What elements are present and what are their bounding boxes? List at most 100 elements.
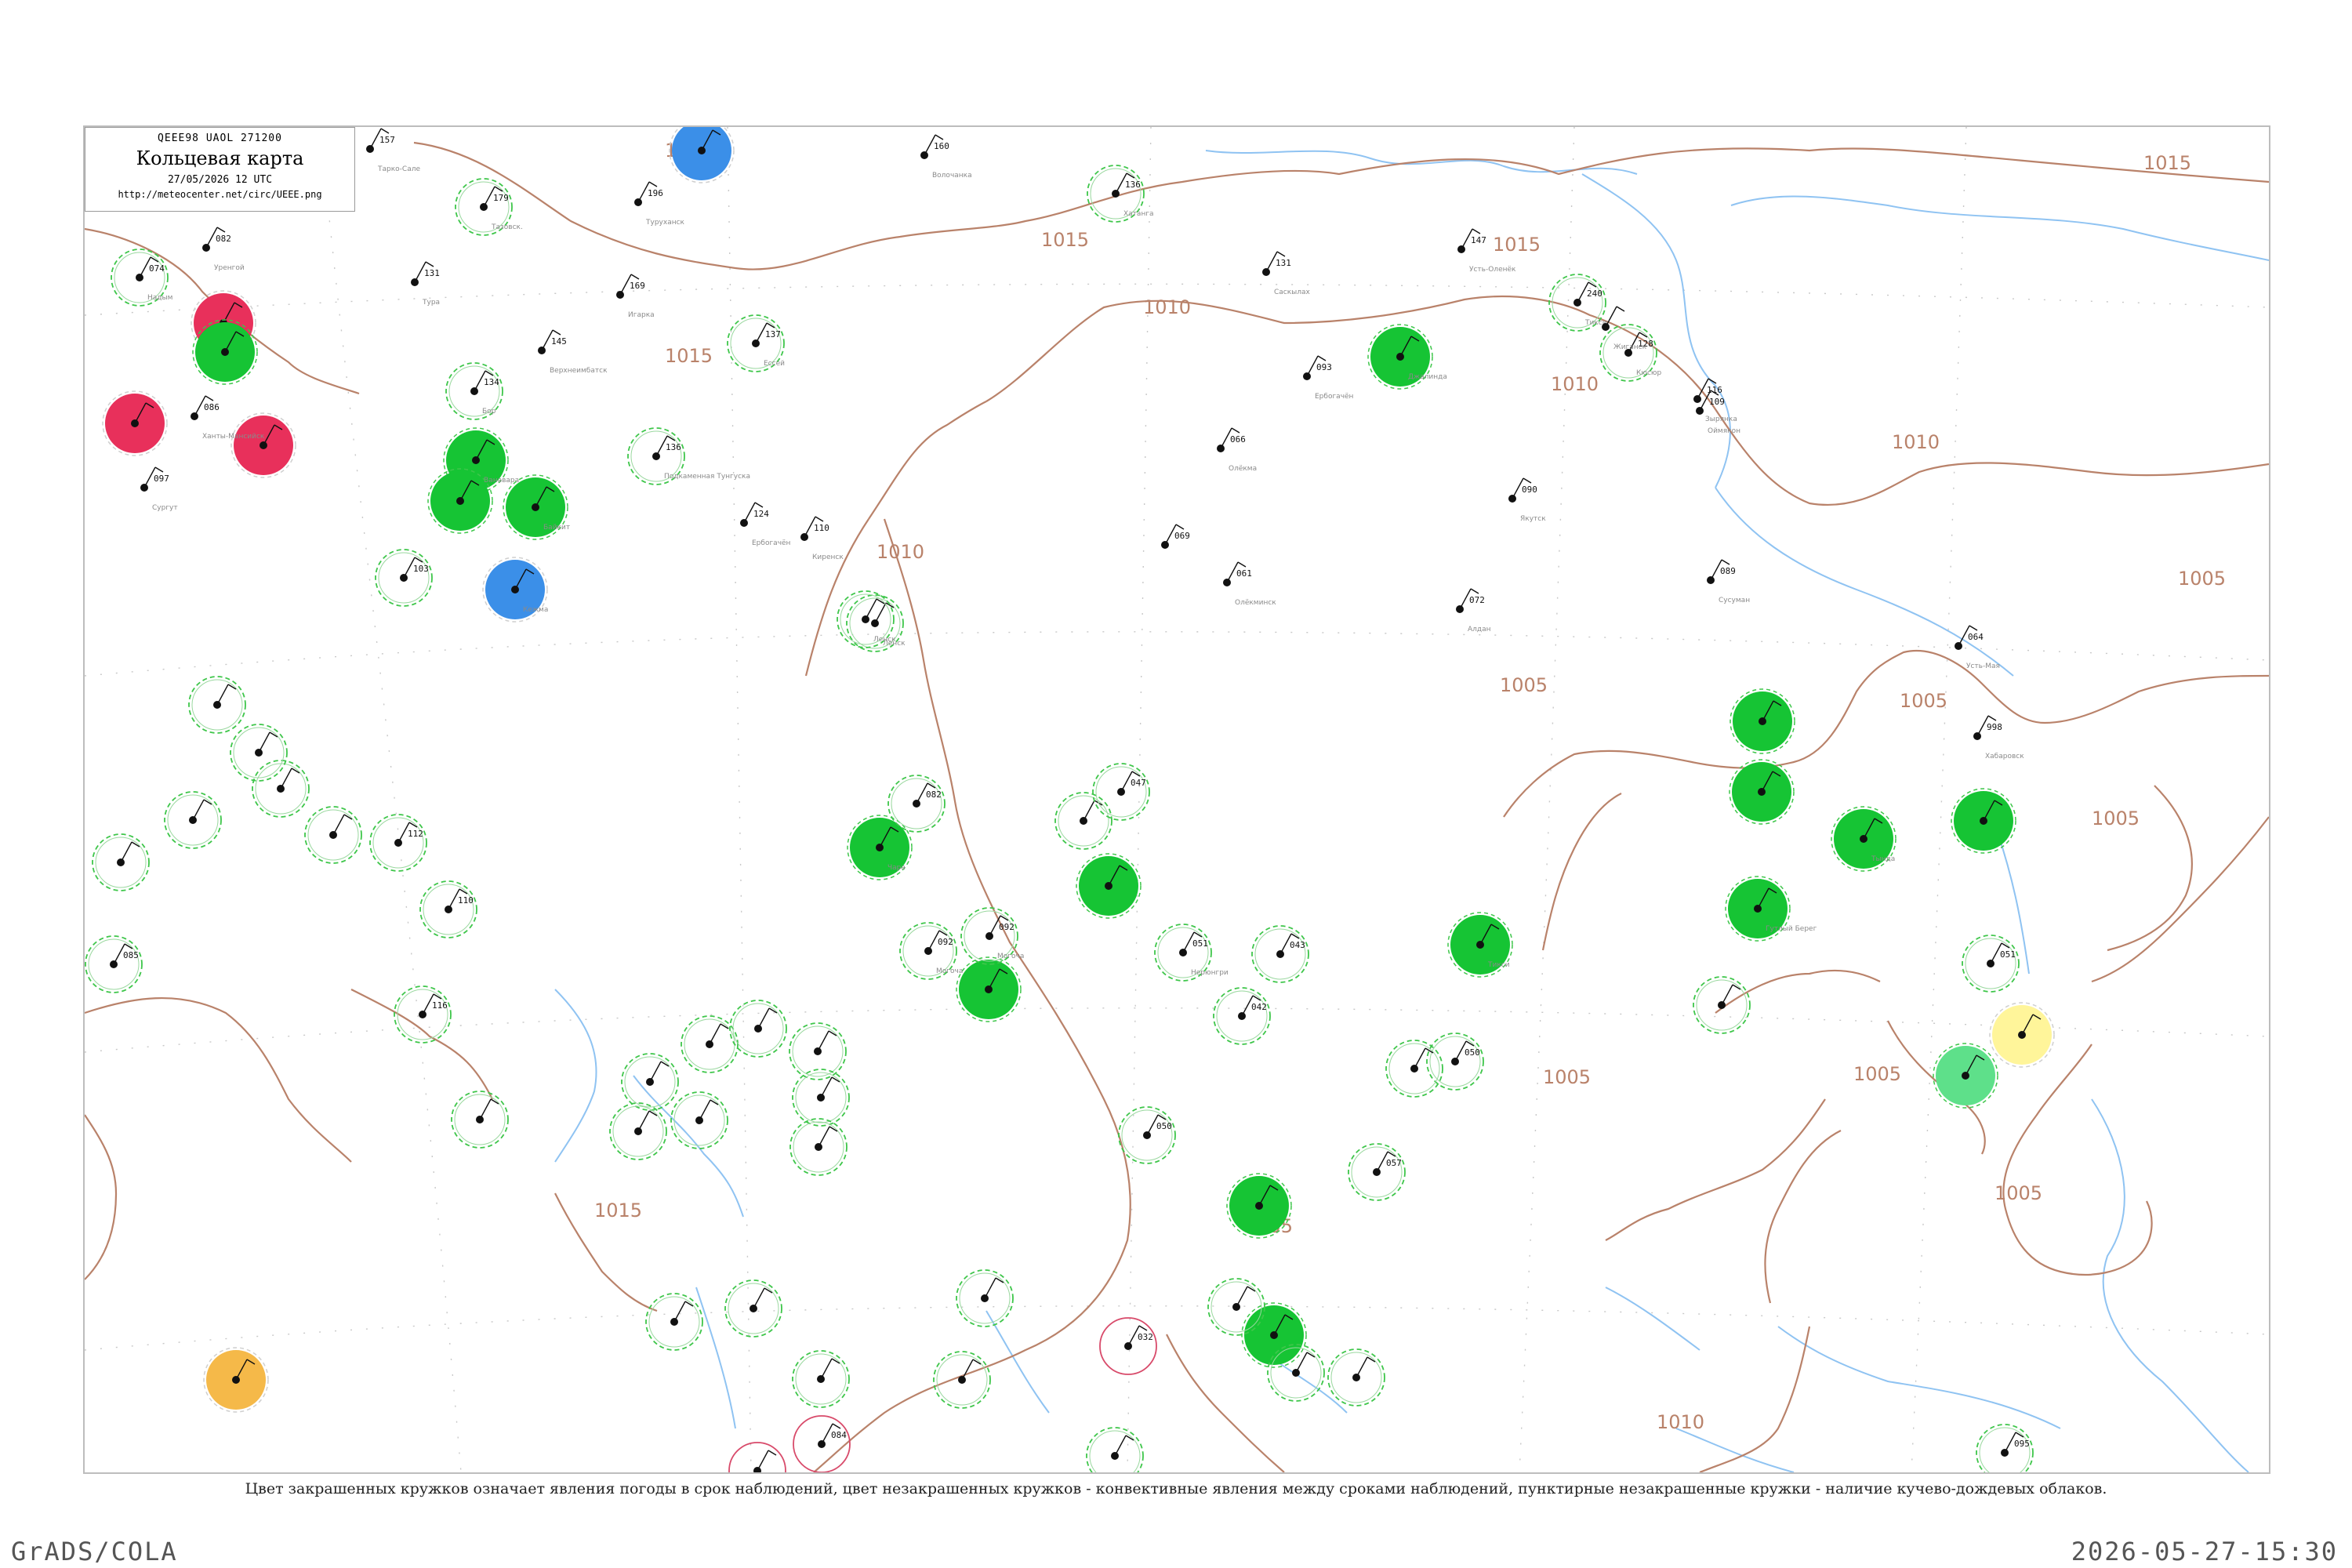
station-name: Бор xyxy=(482,408,496,416)
wind-barb xyxy=(120,841,132,863)
graticule xyxy=(85,127,2269,1472)
station-marker: 082 xyxy=(887,775,946,833)
station-name: Хабаровск xyxy=(1985,753,2024,760)
isobar-label: 1005 xyxy=(1543,1066,1591,1088)
pressure-value: 085 xyxy=(123,950,139,960)
station-marker: 097 Сургут xyxy=(140,466,178,512)
station-name: Сусуман xyxy=(1719,597,1750,604)
station-name: Сургут xyxy=(152,504,178,512)
pressure-value: 998 xyxy=(1987,722,2002,732)
station-name: Чара xyxy=(887,864,906,872)
station-marker xyxy=(670,1091,728,1149)
wind-barb-feather xyxy=(205,395,214,401)
wind-barb xyxy=(1236,1286,1248,1308)
pressure-value: 136 xyxy=(666,442,681,452)
station-name: Нерюнгри xyxy=(1191,969,1229,977)
wind-barb xyxy=(649,1061,662,1083)
station-name: Алдан xyxy=(1468,626,1491,633)
station-marker: 092 Могоча xyxy=(899,922,963,980)
wind-barb xyxy=(216,684,229,706)
station-name: Олёкма xyxy=(1229,465,1257,473)
station-name: Игарка xyxy=(628,311,655,319)
pressure-value: 092 xyxy=(999,922,1014,932)
station-name: Ленск xyxy=(873,636,896,644)
station-name: Кежма xyxy=(523,606,548,614)
pressure-value: 145 xyxy=(551,336,567,347)
pressure-value: 086 xyxy=(204,402,220,412)
pressure-value: 074 xyxy=(149,263,165,274)
wind-barb xyxy=(961,1359,974,1381)
station-marker: 998 Хабаровск xyxy=(1973,715,2024,760)
wind-barb-feather xyxy=(154,466,164,473)
wind-barb xyxy=(1356,1356,1368,1378)
station-marker xyxy=(728,1442,786,1472)
pressure-value: 082 xyxy=(926,789,942,800)
wind-barb-feather xyxy=(1237,561,1247,568)
pressure-value: 116 xyxy=(1707,385,1722,395)
wind-barb xyxy=(865,598,877,620)
station-marker: 051 xyxy=(1962,935,2020,993)
wind-barb xyxy=(818,1126,830,1148)
station-marker: 092 Могоча xyxy=(960,907,1024,965)
station-marker xyxy=(1241,1302,1307,1368)
pressure-value: 032 xyxy=(1138,1332,1153,1342)
station-marker: 057 xyxy=(1348,1143,1406,1201)
isobar-label: 1015 xyxy=(1493,234,1541,256)
station-marker xyxy=(956,956,1022,1022)
station-marker xyxy=(252,760,310,818)
wind-barb-feather xyxy=(1523,477,1532,484)
station-name: Саскылах xyxy=(1274,289,1311,296)
station-name: Байкит xyxy=(543,524,570,532)
map-title: Кольцевая карта xyxy=(136,147,304,169)
station-marker xyxy=(203,1347,269,1413)
wind-barb xyxy=(192,799,205,821)
wind-barb-feather xyxy=(935,134,944,140)
station-marker xyxy=(188,676,246,734)
pressure-value: 095 xyxy=(2014,1439,2030,1449)
pressure-value: 090 xyxy=(1522,485,1537,495)
wind-barb-feather xyxy=(1472,228,1481,234)
station-marker xyxy=(1933,1043,1998,1109)
source-url[interactable]: http://meteocenter.net/circ/UEEE.png xyxy=(85,189,354,200)
wind-barb xyxy=(820,1076,833,1098)
pressure-value: 082 xyxy=(216,234,231,244)
pressure-value: 066 xyxy=(1230,434,1246,445)
station-marker xyxy=(451,1091,509,1149)
pressure-value: 124 xyxy=(753,509,769,519)
wind-barb xyxy=(820,1358,833,1380)
pressure-value: 089 xyxy=(1720,566,1736,576)
wind-barb-feather xyxy=(1138,1325,1148,1331)
map-frame: 1015 1015 1015 1015 1010 1010 1010 1010 … xyxy=(83,125,2270,1474)
station-name: Тура xyxy=(422,299,440,307)
wind-barb-feather xyxy=(1987,715,1997,721)
pressure-value: 072 xyxy=(1469,595,1485,605)
weather-stations: 157 Тарко-Сале 179 Тазовск. 196 Туруханск 160 В… xyxy=(85,127,2055,1472)
wind-barb-feather xyxy=(832,1423,841,1429)
wind-barb-feather xyxy=(1721,559,1730,565)
station-name: Волочанка xyxy=(932,172,972,180)
isobar-label: 1010 xyxy=(877,541,924,563)
pressure-value: 050 xyxy=(1156,1121,1172,1131)
station-marker: 169 Игарка xyxy=(616,274,655,319)
pressure-value: 147 xyxy=(1471,235,1486,245)
pressure-value: 240 xyxy=(1587,289,1602,299)
station-marker: 131 Саскылах xyxy=(1262,251,1311,296)
station-marker: 032 xyxy=(1099,1317,1157,1375)
station-marker xyxy=(1729,759,1795,825)
station-marker: 112 xyxy=(369,814,427,872)
pressure-value: 134 xyxy=(484,377,499,387)
wind-barb xyxy=(1414,1047,1426,1069)
station-name: Туруханск xyxy=(645,219,685,227)
station-name: Тында xyxy=(1871,855,1895,863)
station-marker xyxy=(1086,1427,1144,1472)
wind-barb xyxy=(699,1099,711,1121)
station-marker xyxy=(1951,788,2016,854)
station-marker xyxy=(230,412,296,478)
pressure-value: 042 xyxy=(1251,1002,1267,1012)
station-marker xyxy=(92,833,150,891)
wind-barb xyxy=(757,1007,770,1029)
pressure-value: 131 xyxy=(1276,258,1291,268)
station-marker: 042 xyxy=(1213,987,1271,1045)
isobar-label: 1005 xyxy=(1900,690,1947,712)
pressure-value: 110 xyxy=(458,895,474,906)
